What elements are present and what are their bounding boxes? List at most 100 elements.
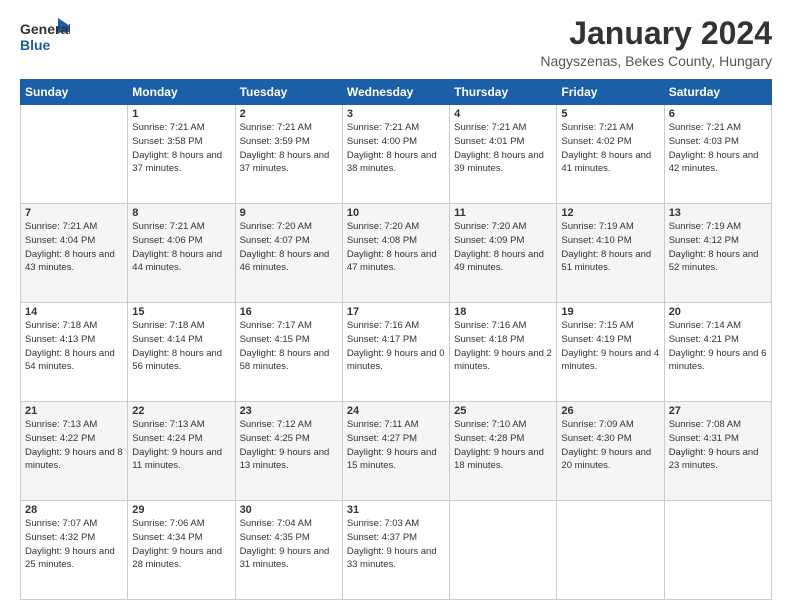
calendar-cell: 21Sunrise: 7:13 AMSunset: 4:22 PMDayligh… — [21, 402, 128, 501]
calendar-cell: 29Sunrise: 7:06 AMSunset: 4:34 PMDayligh… — [128, 501, 235, 600]
calendar-cell: 3Sunrise: 7:21 AMSunset: 4:00 PMDaylight… — [342, 105, 449, 204]
calendar-cell — [21, 105, 128, 204]
calendar-cell: 5Sunrise: 7:21 AMSunset: 4:02 PMDaylight… — [557, 105, 664, 204]
day-info: Sunrise: 7:13 AMSunset: 4:22 PMDaylight:… — [25, 418, 123, 473]
calendar-week-1: 1Sunrise: 7:21 AMSunset: 3:58 PMDaylight… — [21, 105, 772, 204]
calendar-header-thursday: Thursday — [450, 80, 557, 105]
calendar-cell: 24Sunrise: 7:11 AMSunset: 4:27 PMDayligh… — [342, 402, 449, 501]
calendar-cell: 14Sunrise: 7:18 AMSunset: 4:13 PMDayligh… — [21, 303, 128, 402]
day-info: Sunrise: 7:15 AMSunset: 4:19 PMDaylight:… — [561, 319, 659, 374]
day-number: 20 — [669, 306, 767, 318]
day-info: Sunrise: 7:21 AMSunset: 4:03 PMDaylight:… — [669, 121, 767, 176]
calendar-cell: 2Sunrise: 7:21 AMSunset: 3:59 PMDaylight… — [235, 105, 342, 204]
calendar-cell: 10Sunrise: 7:20 AMSunset: 4:08 PMDayligh… — [342, 204, 449, 303]
calendar-cell: 15Sunrise: 7:18 AMSunset: 4:14 PMDayligh… — [128, 303, 235, 402]
subtitle: Nagyszenas, Bekes County, Hungary — [540, 53, 772, 69]
day-info: Sunrise: 7:18 AMSunset: 4:13 PMDaylight:… — [25, 319, 123, 374]
day-info: Sunrise: 7:21 AMSunset: 4:04 PMDaylight:… — [25, 220, 123, 275]
day-number: 16 — [240, 306, 338, 318]
day-number: 24 — [347, 405, 445, 417]
calendar-header-sunday: Sunday — [21, 80, 128, 105]
calendar-week-2: 7Sunrise: 7:21 AMSunset: 4:04 PMDaylight… — [21, 204, 772, 303]
calendar-cell: 20Sunrise: 7:14 AMSunset: 4:21 PMDayligh… — [664, 303, 771, 402]
day-info: Sunrise: 7:09 AMSunset: 4:30 PMDaylight:… — [561, 418, 659, 473]
calendar-cell: 28Sunrise: 7:07 AMSunset: 4:32 PMDayligh… — [21, 501, 128, 600]
calendar-header-row: SundayMondayTuesdayWednesdayThursdayFrid… — [21, 80, 772, 105]
calendar-cell: 1Sunrise: 7:21 AMSunset: 3:58 PMDaylight… — [128, 105, 235, 204]
day-info: Sunrise: 7:03 AMSunset: 4:37 PMDaylight:… — [347, 517, 445, 572]
calendar-cell: 11Sunrise: 7:20 AMSunset: 4:09 PMDayligh… — [450, 204, 557, 303]
day-info: Sunrise: 7:19 AMSunset: 4:10 PMDaylight:… — [561, 220, 659, 275]
day-info: Sunrise: 7:21 AMSunset: 3:58 PMDaylight:… — [132, 121, 230, 176]
calendar-cell: 16Sunrise: 7:17 AMSunset: 4:15 PMDayligh… — [235, 303, 342, 402]
day-info: Sunrise: 7:04 AMSunset: 4:35 PMDaylight:… — [240, 517, 338, 572]
calendar-cell: 23Sunrise: 7:12 AMSunset: 4:25 PMDayligh… — [235, 402, 342, 501]
day-number: 17 — [347, 306, 445, 318]
calendar-cell: 30Sunrise: 7:04 AMSunset: 4:35 PMDayligh… — [235, 501, 342, 600]
day-number: 31 — [347, 504, 445, 516]
day-info: Sunrise: 7:16 AMSunset: 4:18 PMDaylight:… — [454, 319, 552, 374]
day-number: 9 — [240, 207, 338, 219]
calendar-week-4: 21Sunrise: 7:13 AMSunset: 4:22 PMDayligh… — [21, 402, 772, 501]
day-number: 5 — [561, 108, 659, 120]
calendar-header-friday: Friday — [557, 80, 664, 105]
calendar-table: SundayMondayTuesdayWednesdayThursdayFrid… — [20, 79, 772, 600]
calendar-cell: 6Sunrise: 7:21 AMSunset: 4:03 PMDaylight… — [664, 105, 771, 204]
calendar-cell: 8Sunrise: 7:21 AMSunset: 4:06 PMDaylight… — [128, 204, 235, 303]
calendar-week-3: 14Sunrise: 7:18 AMSunset: 4:13 PMDayligh… — [21, 303, 772, 402]
calendar-cell: 17Sunrise: 7:16 AMSunset: 4:17 PMDayligh… — [342, 303, 449, 402]
calendar-cell: 9Sunrise: 7:20 AMSunset: 4:07 PMDaylight… — [235, 204, 342, 303]
title-block: January 2024 Nagyszenas, Bekes County, H… — [540, 16, 772, 69]
day-number: 22 — [132, 405, 230, 417]
day-number: 1 — [132, 108, 230, 120]
day-number: 29 — [132, 504, 230, 516]
day-number: 10 — [347, 207, 445, 219]
day-number: 27 — [669, 405, 767, 417]
day-number: 7 — [25, 207, 123, 219]
day-info: Sunrise: 7:21 AMSunset: 3:59 PMDaylight:… — [240, 121, 338, 176]
calendar-cell: 27Sunrise: 7:08 AMSunset: 4:31 PMDayligh… — [664, 402, 771, 501]
day-number: 6 — [669, 108, 767, 120]
day-number: 12 — [561, 207, 659, 219]
day-number: 28 — [25, 504, 123, 516]
calendar-header-monday: Monday — [128, 80, 235, 105]
calendar-cell — [450, 501, 557, 600]
day-number: 13 — [669, 207, 767, 219]
calendar-cell — [664, 501, 771, 600]
calendar-cell: 31Sunrise: 7:03 AMSunset: 4:37 PMDayligh… — [342, 501, 449, 600]
day-number: 30 — [240, 504, 338, 516]
day-number: 26 — [561, 405, 659, 417]
header: GeneralBlue January 2024 Nagyszenas, Bek… — [20, 16, 772, 69]
day-info: Sunrise: 7:17 AMSunset: 4:15 PMDaylight:… — [240, 319, 338, 374]
day-number: 14 — [25, 306, 123, 318]
logo: GeneralBlue — [20, 16, 70, 58]
day-number: 3 — [347, 108, 445, 120]
calendar-cell — [557, 501, 664, 600]
calendar-header-wednesday: Wednesday — [342, 80, 449, 105]
svg-text:General: General — [20, 21, 70, 37]
calendar-cell: 22Sunrise: 7:13 AMSunset: 4:24 PMDayligh… — [128, 402, 235, 501]
calendar-cell: 13Sunrise: 7:19 AMSunset: 4:12 PMDayligh… — [664, 204, 771, 303]
calendar-week-5: 28Sunrise: 7:07 AMSunset: 4:32 PMDayligh… — [21, 501, 772, 600]
day-info: Sunrise: 7:21 AMSunset: 4:01 PMDaylight:… — [454, 121, 552, 176]
day-number: 18 — [454, 306, 552, 318]
day-number: 11 — [454, 207, 552, 219]
calendar-cell: 25Sunrise: 7:10 AMSunset: 4:28 PMDayligh… — [450, 402, 557, 501]
calendar-cell: 18Sunrise: 7:16 AMSunset: 4:18 PMDayligh… — [450, 303, 557, 402]
logo-svg: GeneralBlue — [20, 16, 70, 58]
day-number: 15 — [132, 306, 230, 318]
calendar-header-saturday: Saturday — [664, 80, 771, 105]
day-number: 21 — [25, 405, 123, 417]
day-number: 8 — [132, 207, 230, 219]
day-info: Sunrise: 7:20 AMSunset: 4:08 PMDaylight:… — [347, 220, 445, 275]
day-info: Sunrise: 7:11 AMSunset: 4:27 PMDaylight:… — [347, 418, 445, 473]
day-info: Sunrise: 7:13 AMSunset: 4:24 PMDaylight:… — [132, 418, 230, 473]
day-info: Sunrise: 7:21 AMSunset: 4:06 PMDaylight:… — [132, 220, 230, 275]
day-info: Sunrise: 7:14 AMSunset: 4:21 PMDaylight:… — [669, 319, 767, 374]
day-number: 2 — [240, 108, 338, 120]
day-info: Sunrise: 7:08 AMSunset: 4:31 PMDaylight:… — [669, 418, 767, 473]
day-info: Sunrise: 7:16 AMSunset: 4:17 PMDaylight:… — [347, 319, 445, 374]
day-number: 25 — [454, 405, 552, 417]
day-info: Sunrise: 7:20 AMSunset: 4:09 PMDaylight:… — [454, 220, 552, 275]
day-info: Sunrise: 7:18 AMSunset: 4:14 PMDaylight:… — [132, 319, 230, 374]
